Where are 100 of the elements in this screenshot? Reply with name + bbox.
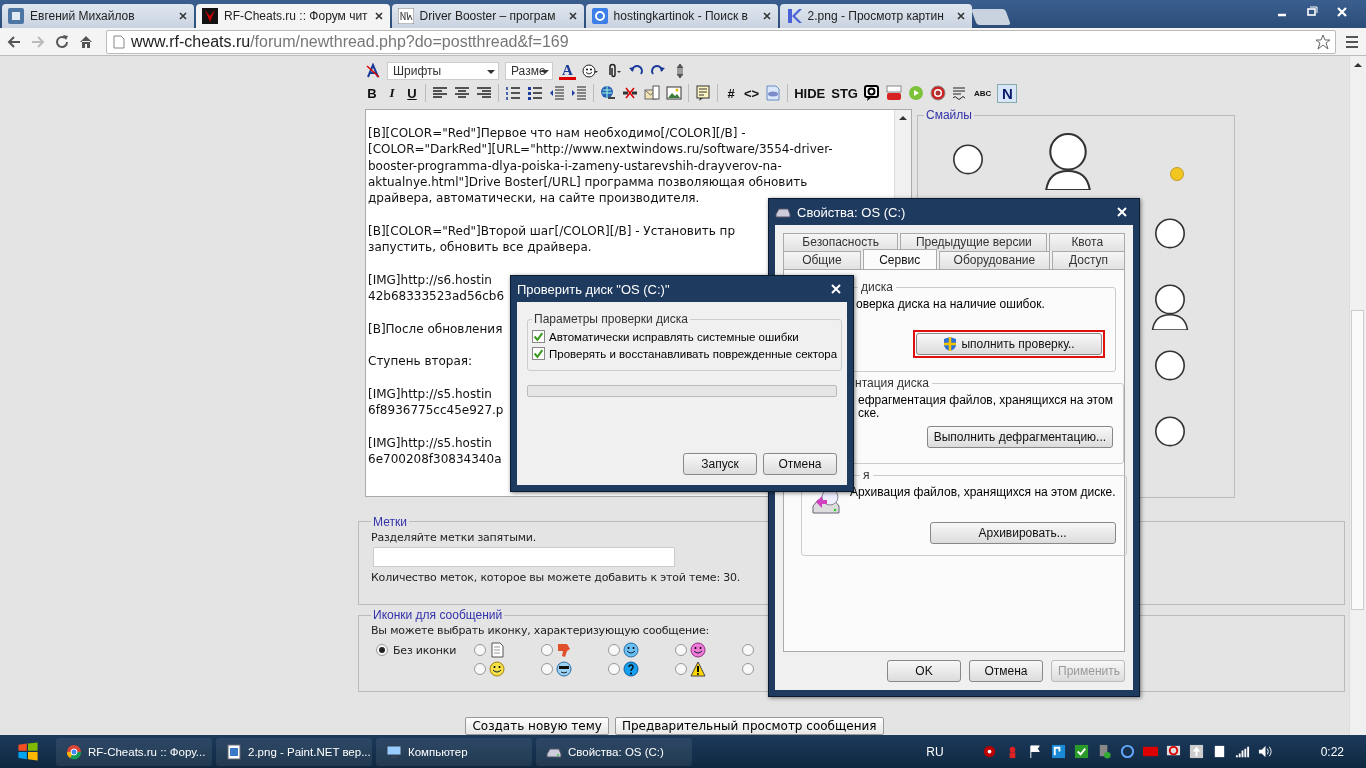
stop-icon[interactable] [930,85,946,101]
browser-tab[interactable]: hostingkartinok - Поиск в [585,4,778,28]
tag-button[interactable]: HIDE [794,85,826,101]
reload-icon[interactable] [54,33,70,50]
numbered-list-icon[interactable] [505,85,521,101]
close-tab-icon[interactable] [373,11,384,21]
browser-tab[interactable]: 2.png - Просмотр картин [779,4,972,28]
scroll-thumb[interactable] [1351,310,1364,610]
dialog-tab[interactable]: Доступ [1052,251,1125,269]
size-select[interactable]: Разме [505,62,553,80]
smiley-icon[interactable] [581,63,599,79]
indent-icon[interactable] [571,85,587,101]
bookmark-star-icon[interactable] [1315,33,1331,50]
dialog-tab[interactable]: Сервис [862,249,937,269]
globe-icon[interactable] [600,85,616,101]
align-right-icon[interactable] [476,85,492,101]
checkbox-label[interactable]: Проверять и восстанавливать поврежденные сектора [549,347,838,360]
radio-button[interactable] [608,643,621,656]
dialog-tab[interactable]: Оборудование [938,251,1051,269]
tag-button[interactable]: # [724,85,738,101]
video-icon[interactable] [886,85,902,101]
checkbox[interactable] [532,347,545,360]
dialog-button[interactable]: Отмена [763,453,837,475]
dialog-tab[interactable]: Безопасность [783,233,899,251]
outdent-icon[interactable] [549,85,565,101]
restore-icon[interactable] [1306,6,1318,18]
taskbar-button[interactable]: 2.png - Paint.NET вер... [216,737,372,766]
tray-icon[interactable] [1073,744,1089,759]
taskbar-button[interactable]: Свойства: OS (C:) [536,737,692,766]
browser-tab[interactable]: RF-Cheats.ru :: Форум чит [196,4,390,28]
scrollbar[interactable] [894,110,911,198]
radio-button[interactable] [675,662,688,675]
language-indicator[interactable]: RU [926,744,944,759]
close-icon[interactable] [1336,6,1348,18]
browser-tab[interactable]: Евгений Михайлов [2,4,194,28]
speech-icon[interactable] [864,85,880,101]
envelope-icon[interactable] [644,85,660,101]
dialog-button[interactable]: Выполнить дефрагментацию... [926,426,1113,448]
radio-button[interactable] [742,662,755,675]
tag-button[interactable]: STG [831,85,858,101]
bold-button[interactable]: B [365,85,379,101]
back-icon[interactable] [6,33,22,50]
font-select[interactable]: Шрифты [387,62,499,80]
scroll-up-icon[interactable] [898,115,908,121]
radio-button[interactable] [541,662,554,675]
dialog-button[interactable]: Архивировать... [929,522,1116,544]
italic-button[interactable]: I [385,85,399,101]
scroll-up-icon[interactable] [1353,62,1363,68]
spellcheck-button[interactable]: ABC [974,88,992,98]
taskbar-button[interactable]: RF-Cheats.ru :: Фору... [56,737,212,766]
radio-label[interactable]: Без иконки [393,643,457,657]
close-tab-icon[interactable] [955,11,966,21]
dialog-tab[interactable]: Квота [1049,233,1125,251]
tray-icon[interactable] [1119,744,1135,759]
close-tab-icon[interactable] [761,11,772,21]
dialog-button[interactable]: Отмена [969,660,1043,682]
tray-icon[interactable] [1188,744,1204,759]
home-icon[interactable] [78,33,94,50]
checkbox[interactable] [532,330,545,343]
dialog-tab[interactable]: Общие [783,251,861,269]
address-field[interactable]: www.rf-cheats.ru/forum/newthread.php?do=postthread&f=169 [106,29,1336,54]
dialog-tab[interactable]: Предыдущие версии [900,233,1048,251]
clock[interactable]: 0:22 [1320,744,1344,759]
check-now-button[interactable]: ыполнить проверку.. [916,333,1102,355]
radio-button[interactable] [742,643,755,656]
tag-button[interactable]: <> [744,85,760,101]
flag-icon[interactable] [1027,744,1043,759]
radio-button[interactable] [474,662,487,675]
font-color-button[interactable]: A [559,62,576,80]
new-tab-button[interactable] [970,9,1011,25]
menu-icon[interactable] [1344,33,1360,50]
close-tab-icon[interactable] [567,11,578,21]
browser-tab[interactable]: Driver Booster – програм [391,4,584,28]
align-center-icon[interactable] [454,85,470,101]
align-left-icon[interactable] [432,85,448,101]
unlink-icon[interactable] [622,85,638,101]
bullet-list-icon[interactable] [527,85,543,101]
radio-button[interactable] [376,644,388,657]
signal-icon[interactable] [1234,744,1250,759]
dialog-button[interactable]: OK [887,660,961,682]
close-icon[interactable] [1117,207,1127,217]
image-icon[interactable] [666,85,682,101]
radio-button[interactable] [675,643,688,656]
quote-icon[interactable] [695,85,711,101]
form-button[interactable]: Предварительный просмотр сообщения [614,717,884,735]
radio-button[interactable] [608,662,621,675]
dialog-button[interactable]: Запуск [683,453,757,475]
tray-icon[interactable] [1050,744,1066,759]
checkbox-label[interactable]: Автоматически исправлять системные ошибки [549,330,799,343]
radio-button[interactable] [541,643,554,656]
tags-input[interactable] [373,546,675,567]
php-file-icon[interactable] [765,85,782,101]
form-button[interactable]: Создать новую тему [465,717,609,735]
tray-icon[interactable] [981,744,997,759]
text-lines-icon[interactable] [952,85,968,101]
underline-button[interactable]: U [405,85,419,101]
close-tab-icon[interactable] [178,11,188,21]
volume-icon[interactable] [1257,744,1273,759]
radio-button[interactable] [474,643,487,656]
taskbar-button[interactable]: Компьютер [376,737,532,766]
